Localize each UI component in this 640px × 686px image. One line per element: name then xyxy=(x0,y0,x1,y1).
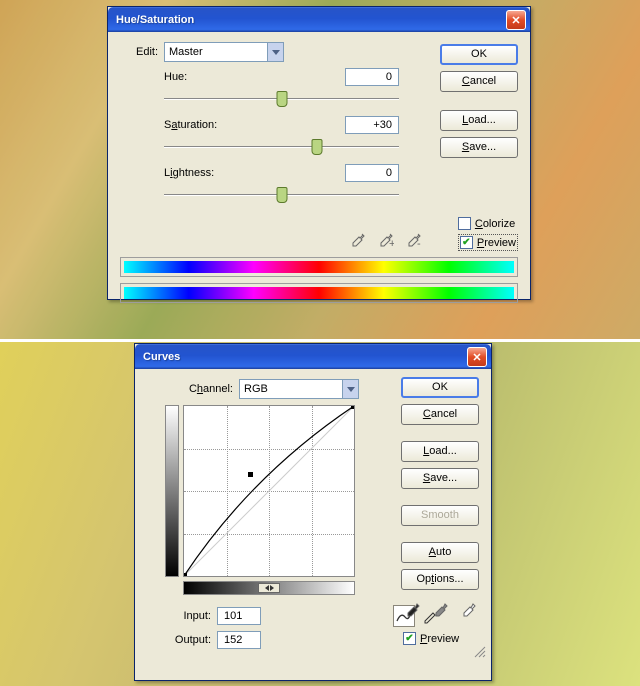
ok-button[interactable]: OK xyxy=(401,377,479,398)
output-gradient xyxy=(165,405,179,577)
saturation-slider-thumb[interactable] xyxy=(311,139,322,155)
curves-dialog: Curves ✕ OK Cancel Load... Save... Smoot… xyxy=(134,343,492,681)
curve-line xyxy=(184,406,354,576)
resize-icon xyxy=(473,645,487,659)
triangle-left-icon xyxy=(265,585,269,591)
close-button[interactable]: ✕ xyxy=(467,347,487,367)
lightness-slider-thumb[interactable] xyxy=(276,187,287,203)
save-button[interactable]: Save... xyxy=(440,137,518,158)
preview-checkbox[interactable]: ✔ xyxy=(403,632,416,645)
eyedropper-add-button[interactable]: + xyxy=(376,230,396,250)
colorize-checkbox-row: Colorize xyxy=(458,217,518,230)
channel-dropdown-button[interactable] xyxy=(342,380,358,398)
hue-slider-thumb[interactable] xyxy=(276,91,287,107)
input-value[interactable]: 101 xyxy=(217,607,261,625)
curve-graph[interactable] xyxy=(183,405,355,577)
edit-select[interactable]: Master xyxy=(164,42,284,62)
titlebar[interactable]: Hue/Saturation ✕ xyxy=(108,7,530,32)
black-point-eyedropper[interactable] xyxy=(403,600,423,620)
eyedropper-white-icon xyxy=(461,602,477,618)
channel-label: Channel: xyxy=(189,383,233,395)
titlebar[interactable]: Curves ✕ xyxy=(135,344,491,369)
preview-label: Preview xyxy=(420,633,459,645)
lightness-label: Lightness: xyxy=(164,167,214,179)
ok-button[interactable]: OK xyxy=(440,44,518,65)
output-value[interactable]: 152 xyxy=(217,631,261,649)
colorize-checkbox[interactable] xyxy=(458,217,471,230)
saturation-label: Saturation: xyxy=(164,119,217,131)
eyedropper-gray-icon xyxy=(433,602,449,618)
hue-slider[interactable] xyxy=(164,90,399,108)
eyedropper-black-icon xyxy=(405,602,421,618)
cancel-button[interactable]: Cancel xyxy=(440,71,518,92)
svg-text:+: + xyxy=(389,238,394,248)
edit-dropdown-button[interactable] xyxy=(267,43,283,61)
saturation-input[interactable]: +30 xyxy=(345,116,399,134)
gray-point-eyedropper[interactable] xyxy=(431,600,451,620)
input-gradient[interactable] xyxy=(183,581,355,595)
channel-value: RGB xyxy=(240,383,342,395)
gradient-midpoint-button[interactable] xyxy=(258,583,280,593)
colorize-label: Colorize xyxy=(475,218,515,230)
button-column: OK Cancel Load... Save... xyxy=(440,44,518,158)
close-icon: ✕ xyxy=(511,15,520,27)
chevron-down-icon xyxy=(272,50,280,55)
button-column: OK Cancel Load... Save... Smooth Auto Op… xyxy=(401,377,479,590)
output-label: Output: xyxy=(175,634,211,646)
hue-label: Hue: xyxy=(164,71,187,83)
save-button[interactable]: Save... xyxy=(401,468,479,489)
close-button[interactable]: ✕ xyxy=(506,10,526,30)
eyedropper-icon xyxy=(350,232,366,248)
options-button[interactable]: Options... xyxy=(401,569,479,590)
dialog-title: Hue/Saturation xyxy=(112,14,506,26)
triangle-right-icon xyxy=(270,585,274,591)
eyedropper-add-icon: + xyxy=(378,232,394,248)
hue-spectrum-top xyxy=(120,257,518,277)
preview-label: Preview xyxy=(477,237,516,249)
hue-saturation-dialog: Hue/Saturation ✕ OK Cancel Load... Save.… xyxy=(107,6,531,300)
edit-value: Master xyxy=(165,46,267,58)
eyedropper-button[interactable] xyxy=(348,230,368,250)
hue-input[interactable]: 0 xyxy=(345,68,399,86)
saturation-slider[interactable] xyxy=(164,138,399,156)
resize-grip[interactable] xyxy=(473,645,487,659)
white-point-eyedropper[interactable] xyxy=(459,600,479,620)
load-button[interactable]: Load... xyxy=(440,110,518,131)
load-button[interactable]: Load... xyxy=(401,441,479,462)
preview-checkbox[interactable]: ✔ xyxy=(460,236,473,249)
eyedropper-subtract-icon: - xyxy=(406,232,422,248)
separator xyxy=(0,339,640,342)
preview-checkbox-row: ✔ Preview xyxy=(458,234,518,251)
lightness-slider[interactable] xyxy=(164,186,399,204)
cancel-button[interactable]: Cancel xyxy=(401,404,479,425)
lightness-input[interactable]: 0 xyxy=(345,164,399,182)
hue-spectrum-bottom xyxy=(120,283,518,303)
close-icon: ✕ xyxy=(472,352,481,364)
dialog-title: Curves xyxy=(139,351,467,363)
input-label: Input: xyxy=(183,610,211,622)
svg-text:-: - xyxy=(417,238,421,248)
chevron-down-icon xyxy=(347,387,355,392)
smooth-button[interactable]: Smooth xyxy=(401,505,479,526)
edit-label: Edit: xyxy=(136,46,158,58)
auto-button[interactable]: Auto xyxy=(401,542,479,563)
eyedropper-subtract-button[interactable]: - xyxy=(404,230,424,250)
channel-select[interactable]: RGB xyxy=(239,379,359,399)
